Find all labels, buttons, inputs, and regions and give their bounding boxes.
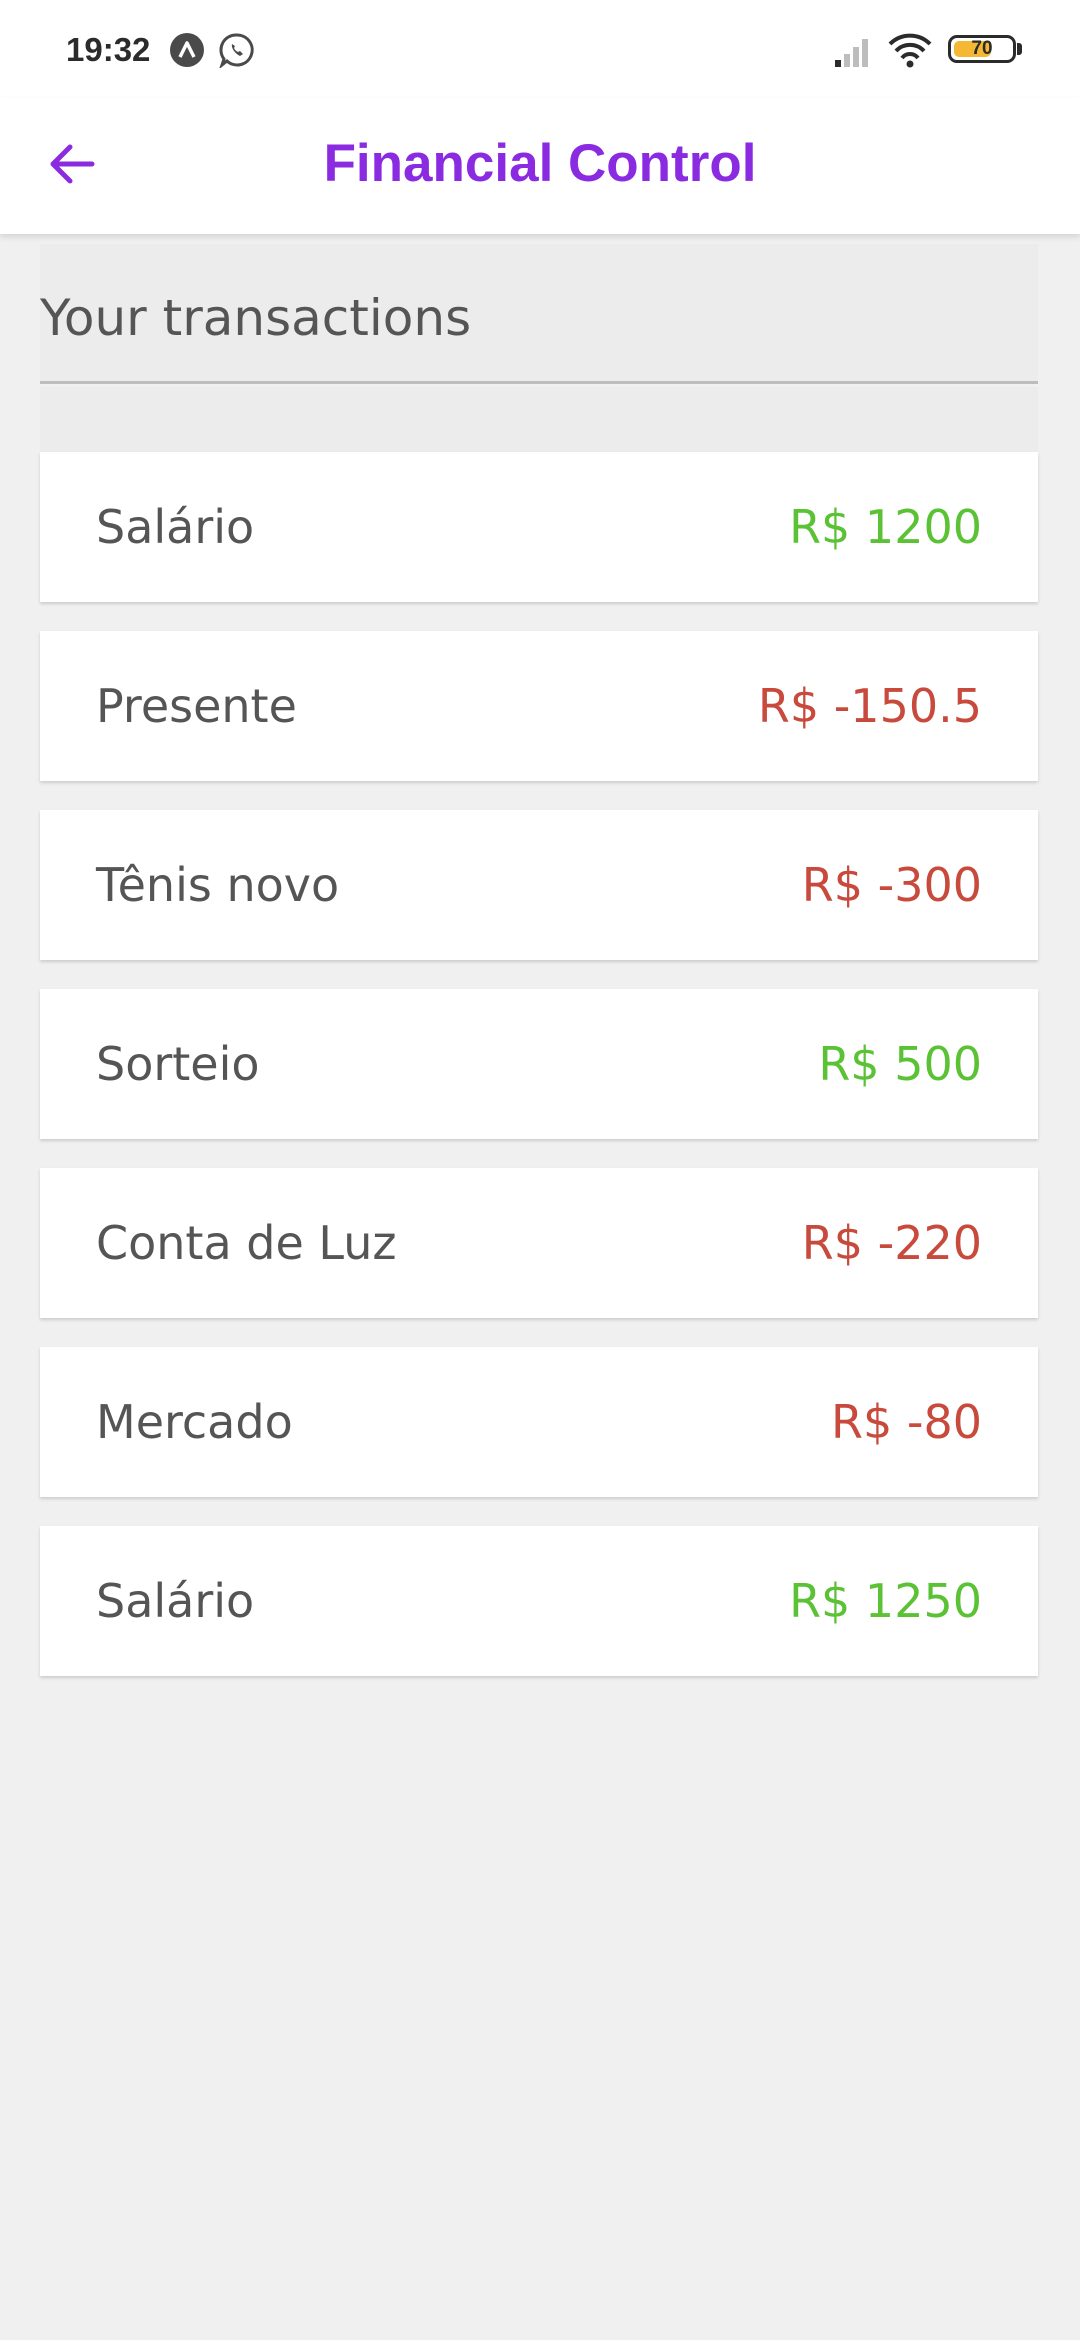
app-a-icon bbox=[169, 32, 205, 68]
whatsapp-icon bbox=[218, 32, 255, 70]
section-header: Your transactions bbox=[40, 244, 1038, 384]
transaction-item[interactable]: Salário R$ 1200 bbox=[40, 452, 1038, 602]
battery-level: 70 bbox=[971, 38, 993, 59]
transaction-amount: R$ -220 bbox=[801, 1216, 982, 1270]
transaction-amount: R$ 500 bbox=[818, 1037, 982, 1091]
transaction-item[interactable]: Sorteio R$ 500 bbox=[40, 989, 1038, 1139]
section-spacer bbox=[40, 387, 1038, 452]
transaction-name: Sorteio bbox=[96, 1037, 260, 1091]
transaction-list: Salário R$ 1200 Presente R$ -150.5 Tênis… bbox=[40, 452, 1038, 1705]
transaction-item[interactable]: Salário R$ 1250 bbox=[40, 1526, 1038, 1676]
transaction-name: Salário bbox=[96, 1574, 255, 1628]
transaction-name: Presente bbox=[96, 679, 297, 733]
transaction-item[interactable]: Mercado R$ -80 bbox=[40, 1347, 1038, 1497]
battery-icon: 70 bbox=[948, 35, 1016, 63]
transaction-name: Mercado bbox=[96, 1395, 293, 1449]
section-title: Your transactions bbox=[40, 289, 472, 347]
screen: 19:32 70 Financial Control Your transact… bbox=[0, 0, 1080, 2340]
app-bar: Financial Control bbox=[0, 98, 1080, 234]
wifi-icon bbox=[886, 30, 934, 70]
transaction-name: Salário bbox=[96, 500, 255, 554]
transaction-amount: R$ -80 bbox=[831, 1395, 982, 1449]
signal-icon bbox=[833, 30, 875, 70]
transaction-name: Conta de Luz bbox=[96, 1216, 397, 1270]
transaction-item[interactable]: Conta de Luz R$ -220 bbox=[40, 1168, 1038, 1318]
transaction-amount: R$ -300 bbox=[801, 858, 982, 912]
page-title: Financial Control bbox=[323, 134, 757, 193]
transaction-amount: R$ 1250 bbox=[789, 1574, 982, 1628]
transaction-amount: R$ -150.5 bbox=[757, 679, 982, 733]
transaction-name: Tênis novo bbox=[96, 858, 340, 912]
status-time: 19:32 bbox=[66, 31, 151, 68]
battery-tip bbox=[1017, 43, 1022, 55]
transaction-amount: R$ 1200 bbox=[789, 500, 982, 554]
transaction-item[interactable]: Tênis novo R$ -300 bbox=[40, 810, 1038, 960]
status-bar: 19:32 70 bbox=[0, 0, 1080, 98]
transaction-item[interactable]: Presente R$ -150.5 bbox=[40, 631, 1038, 781]
